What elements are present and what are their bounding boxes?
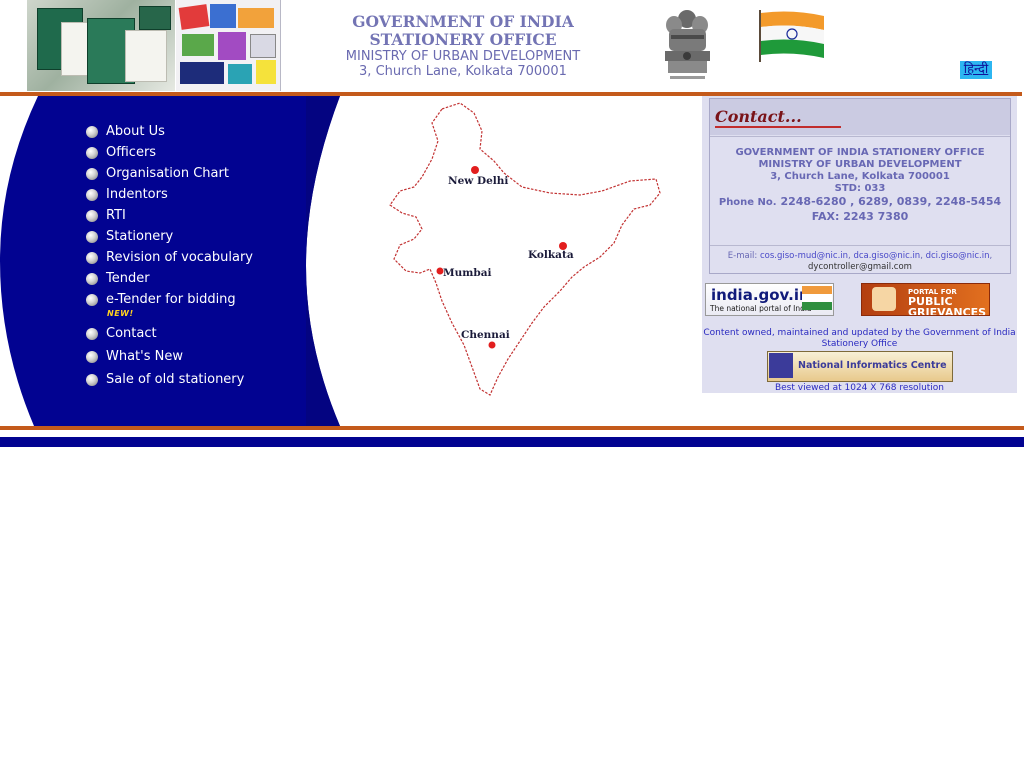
nav-item-sale-of-old-stationery[interactable]: Sale of old stationery [86, 371, 306, 392]
city-label-new-delhi: New Delhi [448, 175, 508, 187]
ministry-name: MINISTRY OF URBAN DEVELOPMENT [345, 49, 581, 64]
bullet-icon [86, 231, 98, 243]
email-link-dca[interactable]: dca.giso@nic.in [853, 251, 920, 261]
india-flag-icon [759, 10, 824, 62]
nic-banner-text: National Informatics Centre [798, 360, 947, 371]
bullet-icon [86, 210, 98, 222]
nav-link-label[interactable]: RTI [106, 208, 126, 223]
india-portal-title: india.gov.in [711, 286, 810, 304]
nav-link-label[interactable]: Revision of vocabulary [106, 250, 253, 265]
nav-link-label[interactable]: Stationery [106, 229, 173, 244]
site-subtitle: MINISTRY OF URBAN DEVELOPMENT 3, Church … [298, 49, 628, 79]
best-view-note: Best viewed at 1024 X 768 resolution [774, 383, 945, 393]
nav-link-label[interactable]: Indentors [106, 187, 168, 202]
nav-link-label[interactable]: e-Tender for bidding [106, 292, 236, 307]
nav-item-rti[interactable]: RTI [86, 207, 306, 228]
contact-ministry: MINISTRY OF URBAN DEVELOPMENT [758, 159, 962, 170]
hindi-language-link[interactable]: हिन्दी [960, 61, 992, 79]
bullet-icon [86, 189, 98, 201]
bullet-icon [86, 147, 98, 159]
bullet-icon [86, 328, 98, 340]
contact-phone: Phone No. 2248-6280 , 6289, 0839, 2248-5… [710, 195, 1010, 210]
contact-header: Contact... [710, 99, 1010, 135]
contact-phone-numbers: 2248-6280 , 6289, 0839, 2248-5454 [780, 195, 1002, 208]
nav-link-label[interactable]: What's New [106, 349, 183, 364]
nav-link-label[interactable]: Officers [106, 145, 156, 160]
bullet-icon [86, 126, 98, 138]
email-link-dycontroller[interactable]: dycontroller@gmail.com [808, 262, 912, 272]
india-map: New Delhi Kolkata Mumbai Chennai [389, 102, 661, 396]
bullet-icon [86, 273, 98, 285]
nav-item-indentors[interactable]: Indentors [86, 186, 306, 207]
email-label: E-mail: [727, 251, 758, 261]
state-emblem-icon [665, 10, 710, 79]
email-link-dci[interactable]: dci.giso@nic.in [926, 251, 990, 261]
nav-link-label[interactable]: Tender [106, 271, 150, 286]
footer-divider-red [0, 426, 1024, 430]
public-grievances-banner[interactable]: PORTAL FOR PUBLIC GRIEVANCES [861, 283, 990, 316]
nav-item-revision-of-vocabulary[interactable]: Revision of vocabulary [86, 249, 306, 270]
header-products-photo [176, 0, 281, 91]
city-marker-chennai [488, 341, 496, 349]
nav-item-organisation-chart[interactable]: Organisation Chart [86, 165, 306, 186]
nav-item-whats-new[interactable]: What's New [86, 348, 306, 371]
contact-std: STD: 033 [834, 183, 886, 194]
india-portal-subtitle: The national portal of India [710, 304, 812, 313]
city-label-chennai: Chennai [461, 329, 510, 341]
emblem-icon [872, 287, 896, 311]
grievance-line-2: PUBLIC GRIEVANCES [908, 295, 987, 316]
contact-heading: Contact... [715, 107, 802, 126]
bullet-icon [86, 252, 98, 264]
nic-banner[interactable]: National Informatics Centre [767, 351, 953, 382]
bullet-icon [86, 294, 98, 306]
city-marker-new-delhi [471, 166, 479, 174]
nav-link-label[interactable]: Sale of old stationery [106, 372, 244, 387]
contact-emails: E-mail: cos.giso-mud@nic.in, dca.giso@ni… [710, 245, 1010, 274]
nav-item-e-tender[interactable]: e-Tender for bidding NEW! [86, 291, 306, 325]
content-ownership-note: Content owned, maintained and updated by… [703, 328, 1016, 349]
new-badge: NEW! [107, 309, 134, 318]
footer-divider-blue [0, 437, 1024, 447]
office-address: 3, Church Lane, Kolkata 700001 [359, 64, 567, 79]
contact-heading-underline [715, 126, 841, 128]
site-title: GOVERNMENT OF INDIA STATIONERY OFFICE [352, 12, 574, 49]
nav-link-label[interactable]: Contact [106, 326, 157, 341]
nav-item-tender[interactable]: Tender [86, 270, 306, 291]
city-label-mumbai: Mumbai [443, 267, 492, 279]
contact-fax: FAX: 2243 7380 [811, 210, 909, 223]
contact-details: GOVERNMENT OF INDIA STATIONERY OFFICE MI… [710, 136, 1010, 245]
india-outline [389, 102, 661, 396]
flag-icon [802, 286, 832, 310]
nav-item-stationery[interactable]: Stationery [86, 228, 306, 249]
email-link-cos[interactable]: cos.giso-mud@nic.in [760, 251, 848, 261]
contact-address: 3, Church Lane, Kolkata 700001 [770, 171, 950, 182]
bullet-icon [86, 374, 98, 386]
nav-item-officers[interactable]: Officers [86, 144, 306, 165]
nav-link-label[interactable]: Organisation Chart [106, 166, 229, 181]
city-label-kolkata: Kolkata [528, 249, 574, 261]
contact-phone-label: Phone No. [718, 197, 777, 208]
nav-item-about-us[interactable]: About Us [86, 123, 306, 144]
contact-org: GOVERNMENT OF INDIA STATIONERY OFFICE [735, 147, 985, 158]
nav-link-label[interactable]: About Us [106, 124, 165, 139]
bullet-icon [86, 168, 98, 180]
nav-item-contact[interactable]: Contact [86, 325, 306, 348]
contact-box: Contact... GOVERNMENT OF INDIA STATIONER… [709, 98, 1011, 274]
header-stationery-photo [27, 0, 175, 91]
nic-logo-icon [769, 353, 793, 378]
main-navigation: About Us Officers Organisation Chart Ind… [86, 123, 306, 392]
india-portal-banner[interactable]: india.gov.in The national portal of Indi… [705, 283, 834, 316]
bullet-icon [86, 351, 98, 363]
